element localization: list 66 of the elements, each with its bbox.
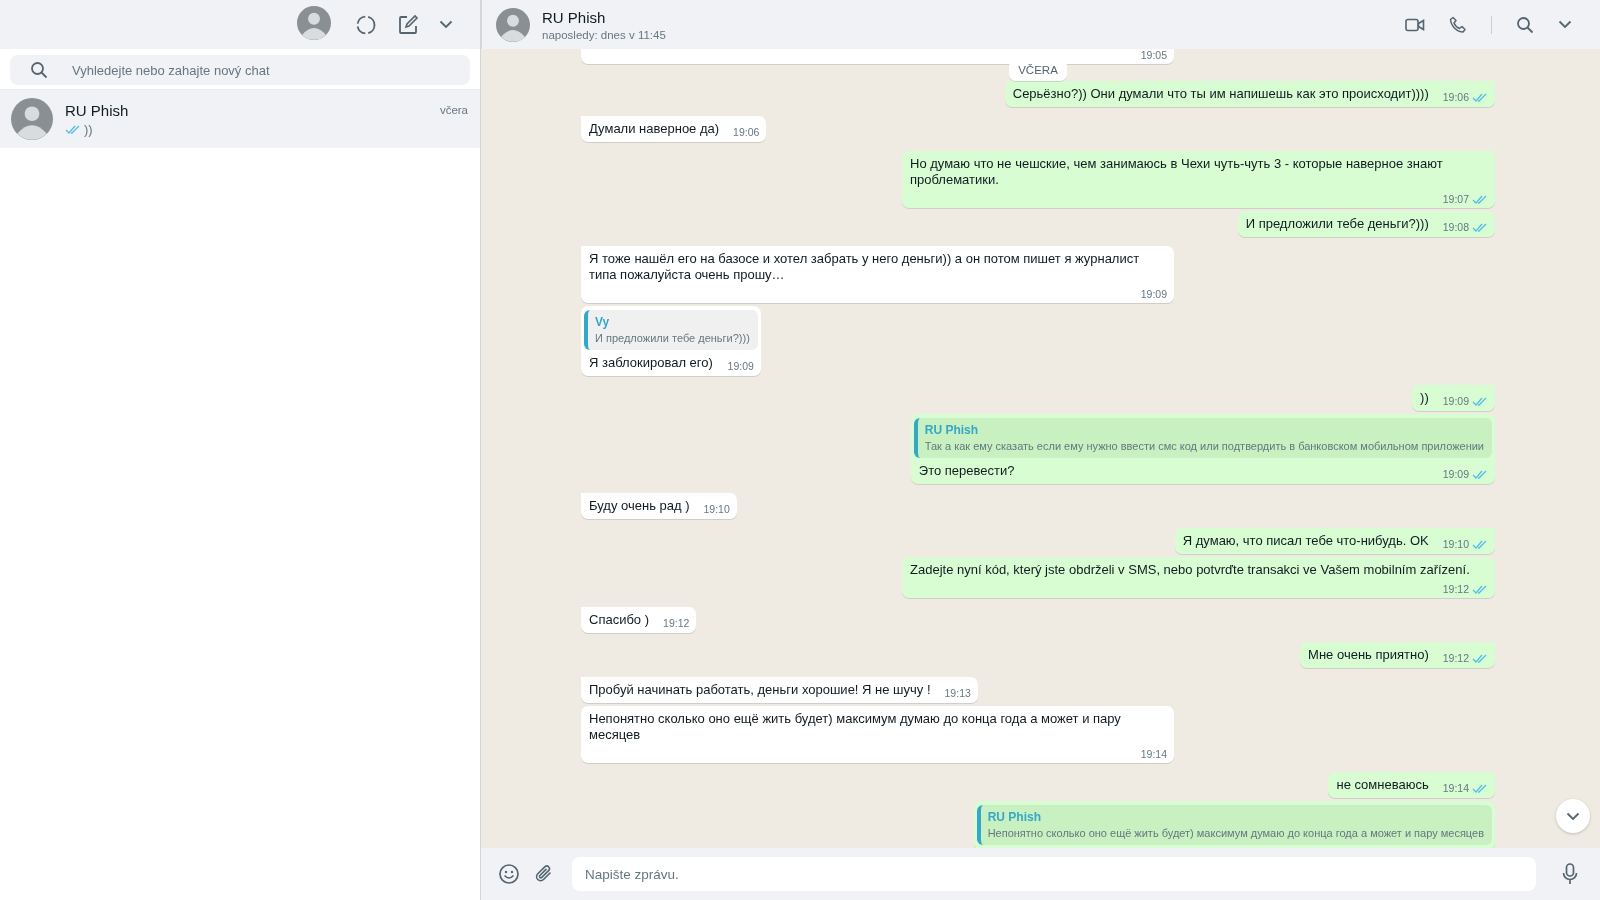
chevron-down-icon (1566, 811, 1580, 821)
message-time: 19:10 (1442, 538, 1469, 551)
message-text: Думали наверное да) (589, 121, 720, 137)
status-icon[interactable] (355, 13, 377, 36)
profile-avatar-icon (297, 5, 331, 40)
quote-author: Vy (595, 314, 611, 330)
message-time: 19:05 (1140, 49, 1167, 62)
message-text: Но думаю что не чешские, чем занимаюсь в Чехи чуть-чуть 3 - которые наверное знают проблематики. (910, 156, 1444, 188)
quoted-message[interactable]: RU Phish Непонятно сколько оно ещё жить будет) максимум думаю до конца года а может и пару месяцев (976, 805, 1492, 845)
message-text: Непонятно сколько оно ещё жить будет) максимум думаю до конца года а может и пару месяцев (589, 711, 1122, 743)
phone-icon[interactable] (1449, 15, 1467, 34)
quote-text: Так а как ему сказать если ему нужно ввести смс код или подтвердить в банковском мобильном приложении (924, 439, 1484, 454)
message-text: Спасибо ) (589, 612, 650, 628)
message-time: 19:14 (1140, 748, 1167, 761)
message-text: Zadejte nyní kód, který jste obdrželi v SMS, nebo potvrďte transakci ve Vašem mobilním zařízení. (910, 562, 1470, 578)
message-time: 19:14 (1442, 782, 1469, 795)
emoji-icon[interactable] (498, 863, 520, 885)
menu-chevron-icon[interactable] (439, 20, 453, 29)
quoted-message[interactable]: Vy И предложили тебе деньги?))) (584, 310, 758, 350)
message-text: Буду очень рад ) (589, 498, 690, 514)
message-time: 19:12 (663, 617, 690, 630)
chat-list-item[interactable]: RU Phish včera )) (0, 89, 480, 148)
message-time: 19:07 (1442, 193, 1469, 206)
message-time: 19:09 (727, 360, 754, 373)
message-text: Я думаю, что писал тебе что-нибудь. OK (1182, 533, 1429, 549)
message-time: 19:13 (944, 687, 971, 700)
search-icon (30, 61, 48, 79)
contact-avatar-icon (496, 7, 530, 42)
message-text: Это перевести? (918, 463, 1015, 479)
message-time: 19:06 (733, 126, 760, 139)
message-time: 19:09 (1442, 468, 1469, 481)
message-time: 19:06 (1442, 91, 1469, 104)
date-label: VČERA (1009, 59, 1067, 81)
quoted-message[interactable]: RU Phish Так а как ему сказать если ему нужно ввести смс код или подтвердить в банковском мобильном приложении (913, 418, 1492, 458)
message-text: )) (1420, 390, 1429, 406)
scroll-down-button[interactable] (1556, 799, 1590, 833)
search-icon[interactable] (1516, 15, 1534, 34)
message-text: Пробуй начинать работать, деньги хорошие! Я не шучу ! (589, 682, 931, 698)
contact-name: RU Phish (65, 101, 129, 119)
new-chat-icon[interactable] (397, 13, 419, 36)
search-field[interactable]: Vyhledejte nebo zahajte nový chat (10, 55, 470, 85)
avatar-icon (11, 98, 53, 140)
message-time: 19:12 (1442, 583, 1469, 596)
chat-time: včera (439, 104, 468, 116)
message-text: Мне очень приятно) (1308, 647, 1429, 663)
message-time: 19:12 (1442, 652, 1469, 665)
quote-text: Непонятно сколько оно ещё жить будет) максимум думаю до конца года а может и пару месяцев (987, 826, 1484, 841)
quote-text: И предложили тебе деньги?))) (595, 331, 750, 346)
message-time: 19:10 (703, 503, 730, 516)
message-text: Я тоже нашёл его на базосе и хотел забрать у него деньги)) а он потом пишет я журналист типа пожалуйста очень прошу… (589, 251, 1141, 283)
message-time: 19:09 (1442, 395, 1469, 408)
message-time: 19:09 (1140, 288, 1167, 301)
message-preview: )) (84, 121, 93, 137)
quote-author: RU Phish (987, 809, 1042, 825)
message-text: Серьёзно?)) Они думали что ты им напишешь как это происходит)))) (1012, 86, 1429, 102)
last-seen-status: naposledy: dnes v 11:45 (542, 28, 667, 41)
message-time: 19:08 (1442, 221, 1469, 234)
message-text: Я заблокировал его) (589, 355, 713, 371)
quote-author: RU Phish (924, 422, 980, 438)
attach-icon[interactable] (534, 864, 554, 884)
message-text: не сомневаюсь (1336, 777, 1429, 793)
menu-chevron-icon[interactable] (1558, 20, 1572, 29)
video-call-icon[interactable] (1405, 17, 1425, 32)
message-text: И предложили тебе деньги?))) (1245, 216, 1429, 232)
microphone-icon[interactable] (1562, 863, 1578, 885)
chat-title: RU Phish (542, 8, 607, 26)
